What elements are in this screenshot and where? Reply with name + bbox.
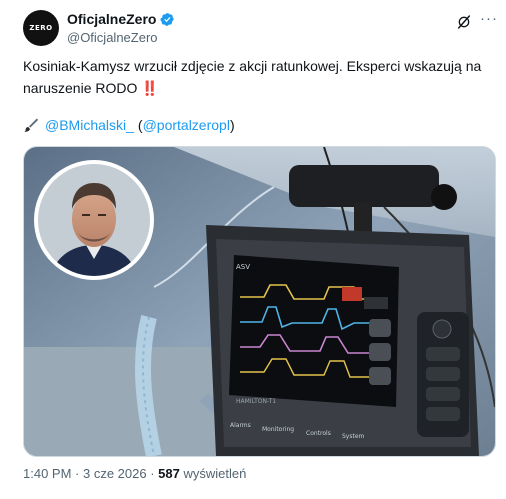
tweet-body: Kosiniak-Kamysz wrzucił zdjęcie z akcji … bbox=[23, 58, 482, 96]
tweet-media-photo[interactable]: ASV HAMILTON-T1 Alarms Monitoring Contro… bbox=[23, 146, 496, 457]
tweet-text: Kosiniak-Kamysz wrzucił zdjęcie z akcji … bbox=[23, 55, 493, 99]
ventilator-photo: ASV HAMILTON-T1 Alarms Monitoring Contro… bbox=[24, 147, 495, 456]
author-avatar[interactable]: ZERO bbox=[23, 10, 59, 46]
verified-badge-icon bbox=[160, 12, 175, 26]
author-handle[interactable]: @OficjalneZero bbox=[67, 30, 158, 45]
mention-portalzeropl[interactable]: @portalzeropl bbox=[143, 117, 230, 133]
mention-bmichalski[interactable]: @BMichalski_ bbox=[45, 117, 134, 133]
btn-label-controls: Controls bbox=[306, 430, 331, 437]
view-count-label: wyświetleń bbox=[179, 466, 247, 481]
meta-separator: · bbox=[146, 466, 159, 481]
author-name-row: OficjalneZero bbox=[67, 11, 175, 27]
more-icon[interactable]: ··· bbox=[480, 10, 498, 27]
author-display-name[interactable]: OficjalneZero bbox=[67, 11, 156, 27]
view-count: 587 bbox=[158, 466, 180, 481]
avatar-logo-text: ZERO bbox=[29, 24, 53, 32]
tweet-time[interactable]: 1:40 PM bbox=[23, 466, 71, 481]
btn-label-monitoring: Monitoring bbox=[262, 426, 294, 433]
tweet-meta: 1:40 PM · 3 cze 2026 · 587 wyświetleń bbox=[23, 466, 246, 481]
btn-label-system: System bbox=[342, 433, 365, 440]
monitor-brand-label: ASV bbox=[236, 263, 250, 271]
double-exclamation-emoji: ‼️ bbox=[141, 80, 159, 96]
paintbrush-icon bbox=[24, 118, 39, 132]
meta-separator: · bbox=[71, 466, 83, 481]
btn-label-alarms: Alarms bbox=[230, 422, 251, 429]
paren-close: ) bbox=[229, 117, 235, 133]
credit-line: @BMichalski_ ( @portalzeropl ) bbox=[23, 117, 235, 133]
tweet-date[interactable]: 3 cze 2026 bbox=[83, 466, 147, 481]
monitor-model-label: HAMILTON-T1 bbox=[236, 398, 276, 405]
grok-icon[interactable] bbox=[456, 14, 472, 30]
